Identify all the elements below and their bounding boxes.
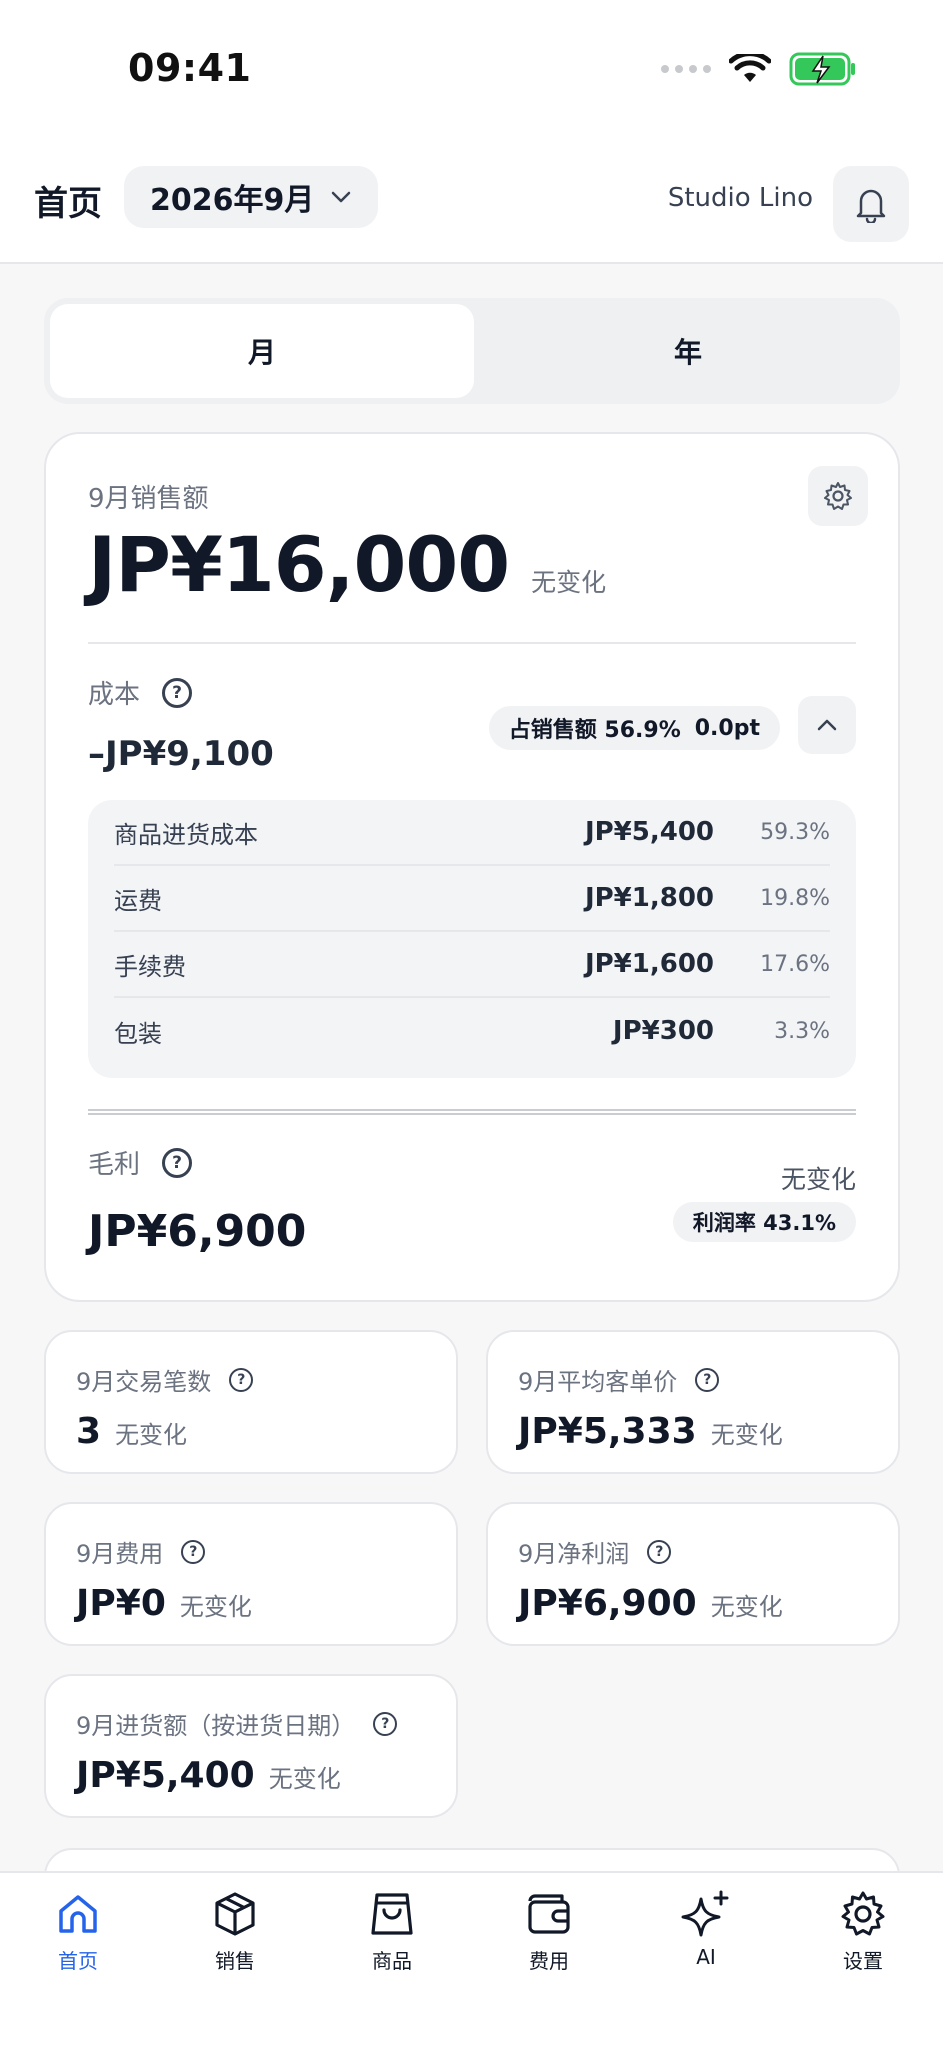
tab-label: 设置 [843,1949,883,1973]
status-time: 09:41 [128,46,252,90]
bell-icon [856,189,886,223]
metric-label: 9月平均客单价 [518,1368,678,1396]
breakdown-amount: JP¥300 [612,1016,714,1046]
breakdown-name: 运费 [114,886,162,915]
tab-label: 费用 [529,1949,569,1973]
breakdown-name: 包装 [114,1019,162,1048]
sales-value: JP¥16,000 [88,520,510,609]
metric-change: 无变化 [710,1421,783,1449]
metric-change: 无变化 [115,1421,188,1449]
list-item: 手续费 JP¥1,600 17.6% [114,932,830,998]
cost-share-badge: 占销售额 56.9% 0.0pt [488,706,780,750]
cost-breakdown-list: 商品进货成本 JP¥5,400 59.3% 运费 JP¥1,800 19.8% … [88,800,856,1078]
battery-charging-icon [789,52,855,86]
home-icon [59,1895,97,1933]
card-settings-button[interactable] [808,466,868,526]
shopping-bag-icon [371,1893,413,1935]
tab-month[interactable]: 月 [50,304,474,398]
month-picker-label: 2026年9月 [150,183,315,218]
sparkle-icon [681,1890,729,1937]
period-segmented-control: 月 年 [44,298,900,404]
chevron-down-icon [332,191,351,203]
gross-profit-label: 毛利 [88,1150,141,1180]
breakdown-amount: JP¥5,400 [584,817,714,847]
metric-change: 无变化 [710,1593,783,1621]
profit-margin-badge: 利润率 43.1% [672,1202,856,1242]
wallet-icon [528,1894,570,1934]
cellular-signal-icon [661,65,711,73]
collapse-cost-button[interactable] [798,696,856,754]
help-icon[interactable]: ? [373,1711,398,1736]
notifications-button[interactable] [833,166,909,242]
subtotal-divider [88,1109,856,1115]
bottom-tab-bar: 首页 销售 商品 费用 AI 设置 [0,1871,943,2049]
list-item: 包装 JP¥300 3.3% [114,998,830,1064]
breakdown-name: 商品进货成本 [114,820,258,849]
metric-value: JP¥0 [76,1583,166,1624]
wifi-icon [729,54,771,82]
metric-change: 无变化 [179,1593,252,1621]
app-header: 首页 2026年9月 Studio Lino [0,140,943,264]
tab-products[interactable]: 商品 [332,1889,452,1974]
sales-change: 无变化 [531,568,607,597]
tab-ai[interactable]: AI [646,1889,766,1969]
metric-card-expenses: 9月费用? JP¥0 无变化 [44,1502,458,1646]
help-icon[interactable]: ? [695,1367,720,1392]
breakdown-name: 手续费 [114,952,186,981]
breakdown-percent: 19.8% [760,885,830,911]
studio-name: Studio Lino [667,183,813,213]
help-icon[interactable]: ? [162,677,193,708]
metric-value: 3 [76,1411,102,1452]
help-icon[interactable]: ? [229,1367,254,1392]
metric-card-net-profit: 9月净利润? JP¥6,900 无变化 [486,1502,900,1646]
metric-value: JP¥5,333 [518,1411,697,1452]
gross-profit-value: JP¥6,900 [88,1206,307,1257]
metric-label: 9月交易笔数 [76,1368,212,1396]
tab-sales[interactable]: 销售 [175,1889,295,1974]
breakdown-percent: 3.3% [774,1018,830,1044]
metric-value: JP¥6,900 [518,1583,697,1624]
gear-icon [824,482,852,510]
breakdown-percent: 59.3% [760,819,830,845]
box-icon [215,1892,255,1936]
metric-value: JP¥5,400 [76,1755,255,1796]
metric-card-transactions: 9月交易笔数? 3 无变化 [44,1330,458,1474]
status-indicators [661,52,857,86]
metric-change: 无变化 [268,1765,341,1793]
breakdown-amount: JP¥1,800 [584,883,714,913]
metric-label: 9月进货额（按进货日期） [76,1712,356,1740]
help-icon[interactable]: ? [162,1147,193,1178]
tab-label: 商品 [372,1949,412,1973]
divider [88,642,856,644]
sales-label: 9月销售额 [88,484,209,514]
tab-label: 销售 [215,1949,255,1973]
cost-share-label: 占销售额 56.9% [508,718,681,743]
cost-value: –JP¥9,100 [88,734,274,774]
list-item: 运费 JP¥1,800 19.8% [114,866,830,932]
tab-label: 首页 [58,1949,98,1973]
gear-icon [841,1891,885,1936]
sales-summary-card: 9月销售额 JP¥16,000 无变化 成本 ? –JP¥9,100 占销售额 … [44,432,900,1302]
month-picker[interactable]: 2026年9月 [124,166,378,228]
metric-label: 9月费用 [76,1540,164,1568]
chevron-up-icon [817,719,837,731]
cost-share-change: 0.0pt [694,715,760,741]
breakdown-percent: 17.6% [760,951,830,977]
tab-year[interactable]: 年 [476,304,900,398]
tab-expenses[interactable]: 费用 [489,1889,609,1974]
cost-label: 成本 [88,680,141,710]
page-title: 首页 [34,184,102,224]
tab-home[interactable]: 首页 [18,1889,138,1974]
metric-label: 9月净利润 [518,1540,630,1568]
metric-card-average-order: 9月平均客单价? JP¥5,333 无变化 [486,1330,900,1474]
gross-profit-change: 无变化 [780,1165,856,1194]
tab-settings[interactable]: 设置 [803,1889,923,1974]
metric-card-purchases: 9月进货额（按进货日期）? JP¥5,400 无变化 [44,1674,458,1818]
tab-label: AI [696,1945,716,1969]
breakdown-amount: JP¥1,600 [584,949,714,979]
help-icon[interactable]: ? [181,1539,206,1564]
status-bar: 09:41 [0,0,943,140]
list-item: 商品进货成本 JP¥5,400 59.3% [114,800,830,866]
help-icon[interactable]: ? [647,1539,672,1564]
